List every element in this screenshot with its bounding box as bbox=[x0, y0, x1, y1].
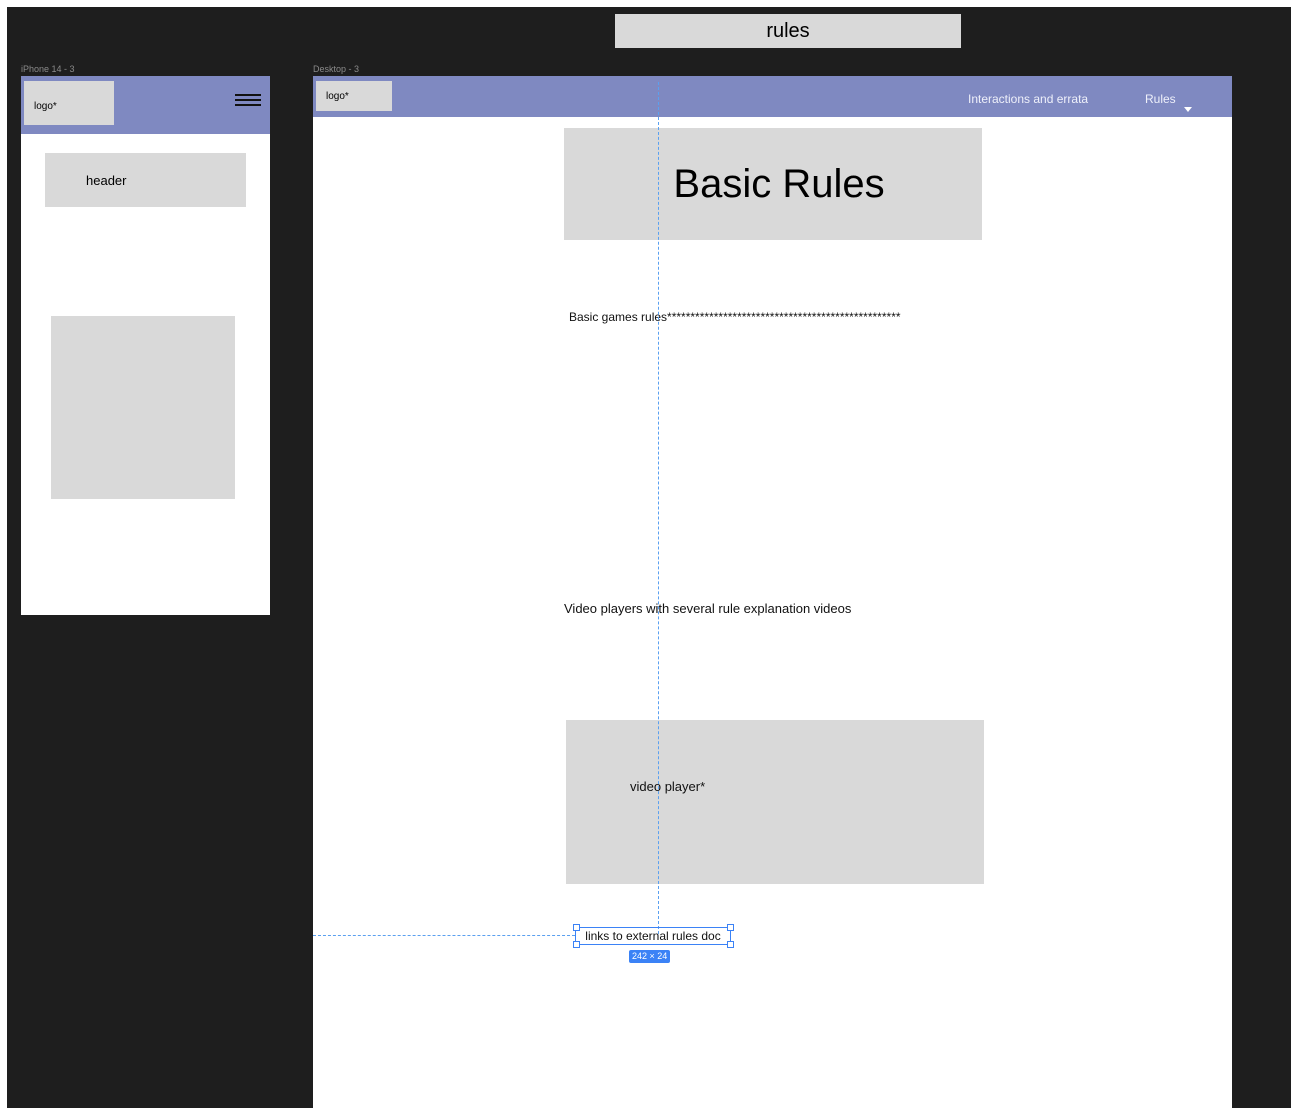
chevron-down-icon[interactable] bbox=[1184, 107, 1192, 112]
selection-size-badge: 242 × 24 bbox=[629, 950, 671, 963]
phone-logo-label: logo* bbox=[34, 100, 57, 112]
video-player-placeholder[interactable]: video player* bbox=[566, 720, 984, 884]
resize-handle-top-right[interactable] bbox=[727, 924, 734, 931]
resize-handle-top-left[interactable] bbox=[573, 924, 580, 931]
phone-frame[interactable]: logo* header bbox=[21, 76, 270, 615]
video-player-label: video player* bbox=[630, 779, 706, 794]
external-rules-link[interactable]: links to external rules doc bbox=[576, 928, 730, 944]
page-title: rules bbox=[766, 19, 810, 42]
phone-header-box: header bbox=[45, 153, 246, 207]
desktop-logo-label: logo* bbox=[326, 90, 349, 102]
desktop-frame[interactable]: logo* Interactions and errata Rules Basi… bbox=[313, 76, 1232, 1108]
nav-link-interactions[interactable]: Interactions and errata bbox=[968, 92, 1088, 106]
desktop-frame-label[interactable]: Desktop - 3 bbox=[313, 64, 359, 74]
video-description-text: Video players with several rule explanat… bbox=[564, 601, 852, 616]
page-title-box[interactable]: rules bbox=[615, 14, 961, 48]
vertical-guide-line bbox=[658, 82, 659, 934]
phone-navbar: logo* bbox=[21, 76, 270, 134]
selected-links-text-layer[interactable]: links to external rules doc bbox=[573, 924, 734, 948]
basic-rules-text: Basic games rules***********************… bbox=[569, 310, 901, 324]
desktop-navbar: logo* Interactions and errata Rules bbox=[313, 76, 1232, 117]
desktop-logo[interactable]: logo* bbox=[316, 81, 392, 111]
phone-frame-label[interactable]: iPhone 14 - 3 bbox=[21, 64, 75, 74]
phone-logo[interactable]: logo* bbox=[24, 81, 114, 125]
hero-title-box: Basic Rules bbox=[564, 128, 982, 240]
resize-handle-bottom-right[interactable] bbox=[727, 941, 734, 948]
hamburger-icon[interactable] bbox=[235, 94, 261, 108]
resize-handle-bottom-left[interactable] bbox=[573, 941, 580, 948]
horizontal-guide-line bbox=[313, 935, 575, 936]
hero-title: Basic Rules bbox=[673, 161, 885, 206]
nav-link-rules[interactable]: Rules bbox=[1145, 92, 1176, 106]
phone-header-label: header bbox=[86, 172, 127, 188]
phone-image-placeholder bbox=[51, 316, 235, 499]
design-canvas: rules iPhone 14 - 3 logo* header Desktop… bbox=[7, 7, 1291, 1108]
